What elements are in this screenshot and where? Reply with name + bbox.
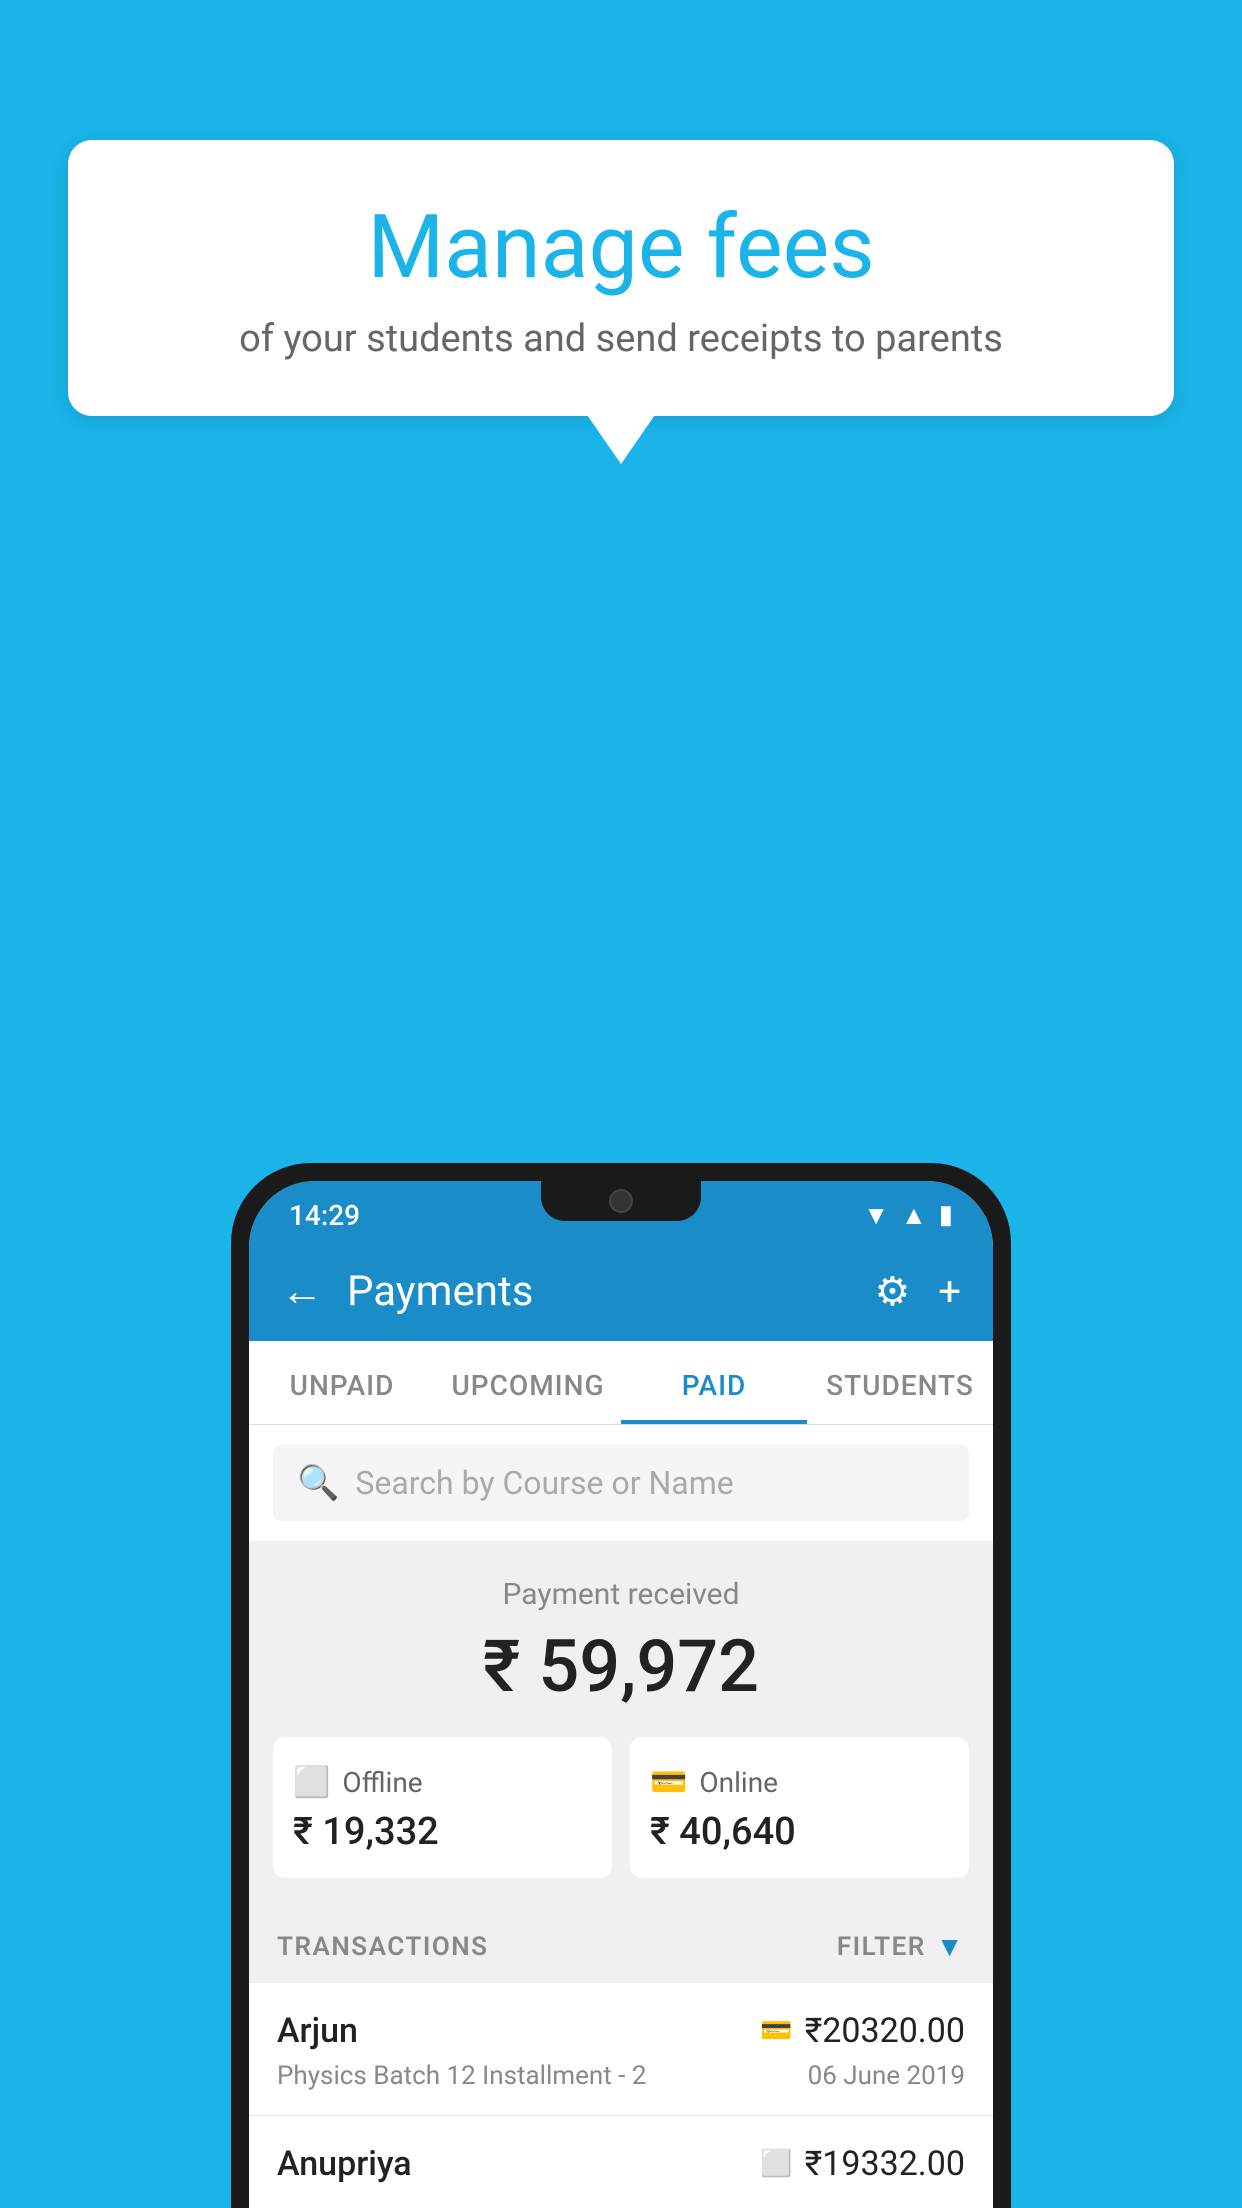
transaction-amount-container-1: 💳 ₹20320.00 [760, 2011, 965, 2051]
payment-cards: ⬜ Offline ₹ 19,332 💳 Online ₹ 40,640 [273, 1737, 969, 1878]
signal-icon: ▲ [901, 1200, 927, 1231]
battery-icon: ▮ [939, 1200, 953, 1230]
offline-amount: ₹ 19,332 [293, 1810, 592, 1854]
search-input[interactable]: Search by Course or Name [355, 1464, 733, 1502]
offline-icon: ⬜ [293, 1765, 330, 1800]
offline-label: Offline [342, 1766, 422, 1799]
transaction-detail-1: Physics Batch 12 Installment - 2 [277, 2061, 646, 2091]
transaction-name-2: Anupriya [277, 2144, 412, 2184]
filter-icon: ▼ [936, 1930, 965, 1963]
transaction-date-1: 06 June 2019 [808, 2061, 965, 2091]
transaction-amount-1: ₹20320.00 [805, 2011, 965, 2051]
status-icons: ▼ ▲ ▮ [863, 1200, 953, 1231]
add-icon[interactable]: + [938, 1268, 961, 1315]
transaction-row-2[interactable]: Anupriya ⬜ ₹19332.00 [249, 2116, 993, 2208]
filter-container[interactable]: FILTER ▼ [837, 1930, 965, 1963]
transaction-row-1-bottom: Physics Batch 12 Installment - 2 06 June… [277, 2061, 965, 2091]
app-title: Payments [347, 1267, 850, 1316]
online-card: 💳 Online ₹ 40,640 [630, 1737, 969, 1878]
filter-label: FILTER [837, 1932, 926, 1962]
transactions-header: TRANSACTIONS FILTER ▼ [249, 1906, 993, 1983]
speech-bubble: Manage fees of your students and send re… [68, 140, 1174, 416]
status-time: 14:29 [289, 1199, 360, 1232]
tab-unpaid[interactable]: UNPAID [249, 1341, 435, 1424]
transaction-type-icon-2: ⬜ [760, 2149, 792, 2179]
transaction-amount-container-2: ⬜ ₹19332.00 [760, 2144, 965, 2184]
phone-screen: 14:29 ▼ ▲ ▮ ← Payments ⚙ + UNPAID UPCO [249, 1181, 993, 2208]
tab-upcoming[interactable]: UPCOMING [435, 1341, 621, 1424]
transactions-label: TRANSACTIONS [277, 1932, 489, 1962]
online-icon: 💳 [650, 1765, 687, 1800]
transaction-name-1: Arjun [277, 2011, 358, 2051]
payment-summary: Payment received ₹ 59,972 ⬜ Offline ₹ 19… [249, 1541, 993, 1906]
payment-received-label: Payment received [273, 1577, 969, 1612]
tab-paid[interactable]: PAID [621, 1341, 807, 1424]
app-bar-icons: ⚙ + [874, 1268, 961, 1315]
transaction-row-1-top: Arjun 💳 ₹20320.00 [277, 2011, 965, 2051]
phone-container: 14:29 ▼ ▲ ▮ ← Payments ⚙ + UNPAID UPCO [231, 1163, 1011, 2208]
transaction-row-2-top: Anupriya ⬜ ₹19332.00 [277, 2144, 965, 2184]
transaction-row-1[interactable]: Arjun 💳 ₹20320.00 Physics Batch 12 Insta… [249, 1983, 993, 2116]
back-button[interactable]: ← [281, 1267, 323, 1316]
search-container: 🔍 Search by Course or Name [249, 1425, 993, 1541]
settings-icon[interactable]: ⚙ [874, 1268, 910, 1315]
speech-bubble-container: Manage fees of your students and send re… [68, 140, 1174, 416]
offline-card-header: ⬜ Offline [293, 1765, 592, 1800]
wifi-icon: ▼ [863, 1200, 889, 1231]
search-icon: 🔍 [297, 1463, 339, 1503]
tabs: UNPAID UPCOMING PAID STUDENTS [249, 1341, 993, 1425]
online-label: Online [699, 1766, 778, 1799]
app-bar: ← Payments ⚙ + [249, 1241, 993, 1341]
payment-amount: ₹ 59,972 [273, 1624, 969, 1709]
transaction-type-icon-1: 💳 [760, 2016, 792, 2046]
phone-frame: 14:29 ▼ ▲ ▮ ← Payments ⚙ + UNPAID UPCO [231, 1163, 1011, 2208]
tab-students[interactable]: STUDENTS [807, 1341, 993, 1424]
online-card-header: 💳 Online [650, 1765, 949, 1800]
offline-card: ⬜ Offline ₹ 19,332 [273, 1737, 612, 1878]
online-amount: ₹ 40,640 [650, 1810, 949, 1854]
search-bar[interactable]: 🔍 Search by Course or Name [273, 1445, 969, 1521]
transaction-amount-2: ₹19332.00 [805, 2144, 965, 2184]
notch [541, 1181, 701, 1221]
bubble-title: Manage fees [118, 200, 1124, 297]
camera [609, 1189, 633, 1213]
bubble-subtitle: of your students and send receipts to pa… [118, 317, 1124, 361]
